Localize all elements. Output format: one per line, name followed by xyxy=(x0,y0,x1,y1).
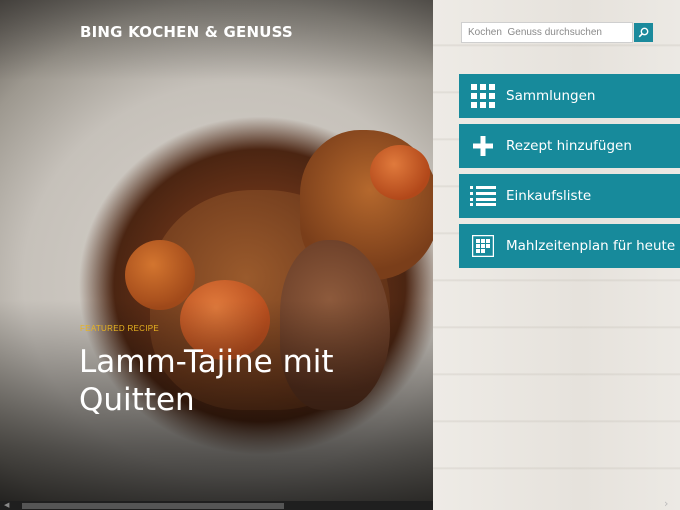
calendar-grid-icon xyxy=(471,235,494,257)
app-title: BING KOCHEN & GENUSS xyxy=(80,23,293,41)
search-button[interactable] xyxy=(634,23,653,42)
menu-label: Rezept hinzufügen xyxy=(506,138,632,154)
menu-add-recipe-button[interactable]: Rezept hinzufügen xyxy=(459,124,680,168)
menu-meal-plan-button[interactable]: Mahlzeitenplan für heute xyxy=(459,224,680,268)
menu-label: Sammlungen xyxy=(506,88,596,104)
grid-icon xyxy=(470,84,495,108)
featured-recipe-label: FEATURED RECIPE xyxy=(80,324,160,333)
search-input[interactable] xyxy=(461,22,633,43)
menu-collections-button[interactable]: Sammlungen xyxy=(459,74,680,118)
recipe-title[interactable]: Lamm-Tajine mit Quitten xyxy=(79,343,409,419)
search-box xyxy=(461,22,653,43)
menu-shopping-list-button[interactable]: Einkaufsliste xyxy=(459,174,680,218)
hero-image-detail xyxy=(370,145,430,200)
list-icon xyxy=(469,186,496,206)
menu-label: Mahlzeitenplan für heute xyxy=(506,238,676,254)
featured-recipe-hero[interactable]: BING KOCHEN & GENUSS FEATURED RECIPE Lam… xyxy=(0,0,433,510)
scroll-right-icon[interactable]: › xyxy=(664,497,668,510)
search-icon xyxy=(638,27,649,38)
horizontal-scrollbar[interactable]: ◀ xyxy=(0,501,433,510)
scrollbar-thumb[interactable] xyxy=(22,503,284,509)
menu-label: Einkaufsliste xyxy=(506,188,592,204)
plus-icon xyxy=(472,136,493,156)
scroll-left-icon[interactable]: ◀ xyxy=(4,501,9,510)
